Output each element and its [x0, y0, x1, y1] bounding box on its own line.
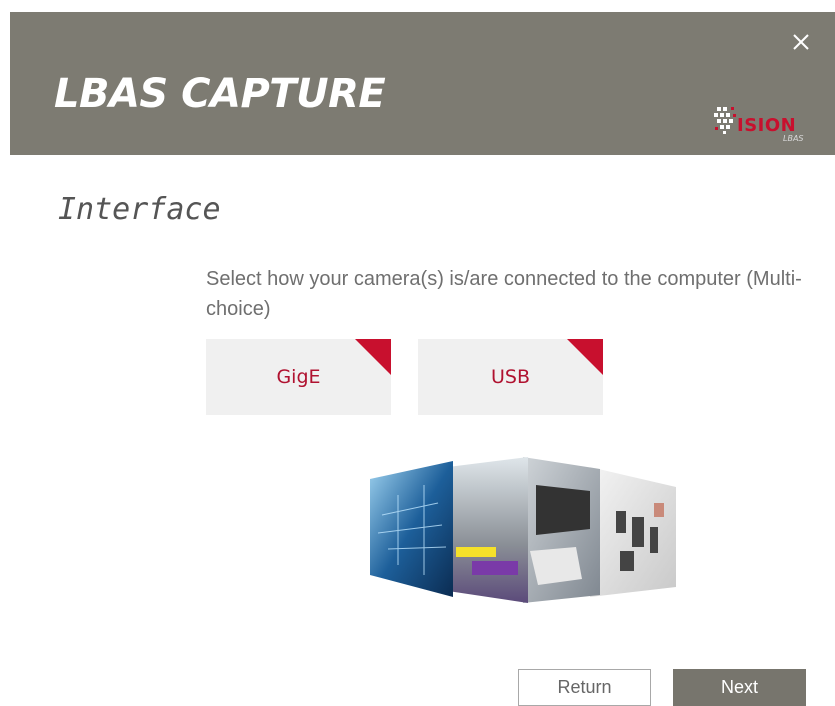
instruction-text: Select how your camera(s) is/are connect… — [206, 268, 802, 320]
logo-sub: LBAS — [783, 134, 804, 143]
app-title: LBAS CAPTURE — [54, 71, 386, 117]
usb-option-label: USB — [490, 366, 530, 388]
page-title: Interface — [58, 192, 221, 227]
return-button[interactable]: Return — [518, 669, 651, 706]
logo-word: ISION — [737, 115, 796, 136]
usb-option-button[interactable]: USB — [418, 339, 603, 415]
gige-option-button[interactable]: GigE — [206, 339, 391, 415]
industry-illustration — [370, 457, 676, 603]
close-icon[interactable] — [789, 30, 813, 54]
vision-lbas-logo: ISION LBAS — [714, 107, 804, 143]
gige-option-label: GigE — [276, 366, 321, 388]
title-bar: LBAS CAPTURE ISION LBAS — [10, 12, 835, 155]
next-button[interactable]: Next — [673, 669, 806, 706]
